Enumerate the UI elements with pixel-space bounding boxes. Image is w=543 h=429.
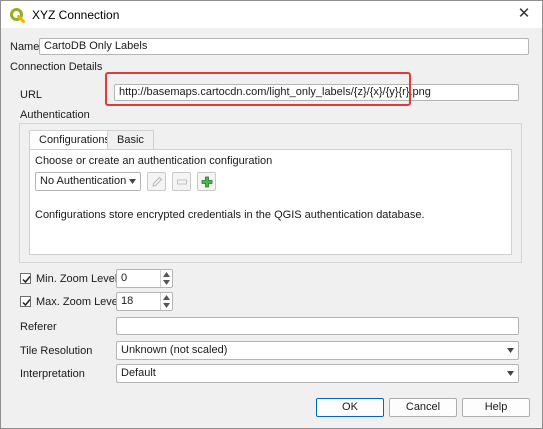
url-label: URL <box>20 89 43 101</box>
choose-config-label: Choose or create an authentication confi… <box>35 155 273 167</box>
close-button[interactable]: ✕ <box>512 4 536 24</box>
edit-config-button[interactable] <box>147 172 166 191</box>
name-value: CartoDB Only Labels <box>44 40 148 52</box>
chevron-down-icon <box>507 348 514 353</box>
min-zoom-stepper[interactable] <box>160 270 172 287</box>
referer-label: Referer <box>20 321 57 333</box>
name-input[interactable]: CartoDB Only Labels <box>39 38 529 55</box>
tile-resolution-combo[interactable]: Unknown (not scaled) <box>116 341 519 360</box>
title-bar: XYZ Connection ✕ <box>1 1 542 28</box>
min-zoom-checkbox[interactable] <box>20 273 31 284</box>
chevron-down-icon <box>129 179 136 184</box>
checkmark-icon <box>22 276 31 284</box>
chevron-down-icon[interactable] <box>163 303 170 308</box>
window-title: XYZ Connection <box>32 8 120 22</box>
tile-resolution-value: Unknown (not scaled) <box>121 344 228 356</box>
chevron-down-icon <box>507 371 514 376</box>
interpretation-label: Interpretation <box>20 368 85 380</box>
remove-config-button[interactable] <box>172 172 191 191</box>
auth-config-combo[interactable]: No Authentication <box>35 172 141 191</box>
chevron-up-icon[interactable] <box>163 272 170 277</box>
interpretation-combo[interactable]: Default <box>116 364 519 383</box>
remove-icon <box>177 179 187 185</box>
auth-config-value: No Authentication <box>40 175 127 187</box>
min-zoom-value: 0 <box>121 272 128 284</box>
connection-details-label: Connection Details <box>10 61 103 73</box>
interpretation-value: Default <box>121 367 156 379</box>
add-icon <box>201 176 213 188</box>
max-zoom-checkbox[interactable] <box>20 296 31 307</box>
chevron-up-icon[interactable] <box>163 295 170 300</box>
cancel-button[interactable]: Cancel <box>389 398 457 417</box>
max-zoom-value: 18 <box>121 295 134 307</box>
close-icon: ✕ <box>517 5 531 22</box>
name-label: Name <box>10 41 40 53</box>
add-config-button[interactable] <box>197 172 216 191</box>
tab-basic-label: Basic <box>117 134 144 146</box>
max-zoom-spinbox[interactable]: 18 <box>116 292 173 311</box>
tile-resolution-label: Tile Resolution <box>20 345 93 357</box>
referer-input[interactable] <box>116 317 519 335</box>
help-button[interactable]: Help <box>462 398 530 417</box>
authentication-label: Authentication <box>20 109 90 121</box>
pencil-icon <box>152 176 163 187</box>
tab-basic[interactable]: Basic <box>107 130 154 150</box>
xyz-connection-dialog: XYZ Connection ✕ Name CartoDB Only Label… <box>0 0 543 429</box>
chevron-down-icon[interactable] <box>163 280 170 285</box>
min-zoom-label: Min. Zoom Level <box>36 273 118 285</box>
checkmark-icon <box>22 299 31 307</box>
tab-configurations-label: Configurations <box>39 134 110 146</box>
max-zoom-label: Max. Zoom Level <box>36 296 121 308</box>
qgis-icon <box>10 8 25 23</box>
url-highlight-annotation <box>105 72 411 106</box>
auth-info-text: Configurations store encrypted credentia… <box>35 209 425 221</box>
max-zoom-stepper[interactable] <box>160 293 172 310</box>
min-zoom-spinbox[interactable]: 0 <box>116 269 173 288</box>
ok-button[interactable]: OK <box>316 398 384 417</box>
